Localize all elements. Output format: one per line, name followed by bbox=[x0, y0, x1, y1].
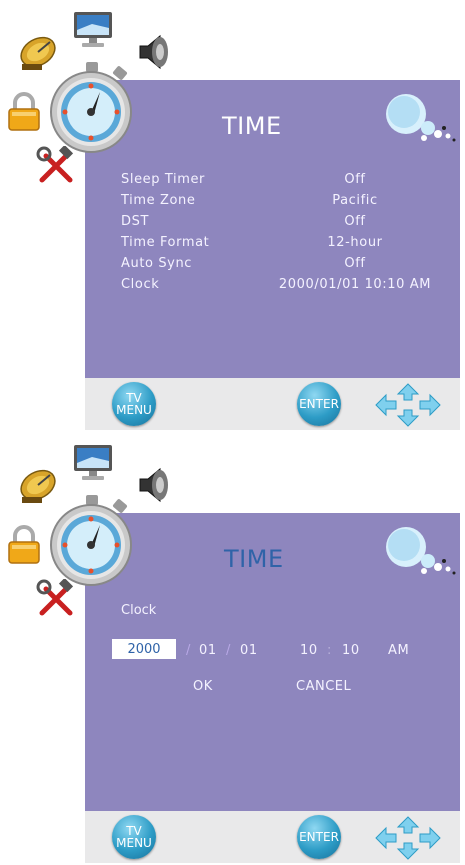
ok-button[interactable]: OK bbox=[193, 679, 213, 694]
tools-icon[interactable] bbox=[36, 579, 76, 619]
page-title: TIME bbox=[222, 112, 282, 140]
time-separator: : bbox=[327, 643, 332, 658]
date-separator: / bbox=[186, 643, 191, 658]
enter-label: ENTER bbox=[299, 397, 339, 411]
tv-menu-label-menu: MENU bbox=[116, 836, 152, 850]
enter-label: ENTER bbox=[299, 830, 339, 844]
speaker-icon[interactable] bbox=[134, 32, 174, 72]
dpad-arrows-icon[interactable] bbox=[374, 815, 442, 861]
stopwatch-icon[interactable] bbox=[46, 493, 136, 589]
tv-menu-label-menu: MENU bbox=[116, 403, 152, 417]
row-value-dst[interactable]: Off bbox=[255, 214, 455, 229]
month-field[interactable]: 01 bbox=[199, 643, 217, 658]
cancel-button[interactable]: CANCEL bbox=[296, 679, 351, 694]
row-value-clock[interactable]: 2000/01/01 10:10 AM bbox=[255, 277, 455, 292]
tv-menu-button[interactable]: TV MENU bbox=[112, 815, 156, 859]
row-label-auto-sync[interactable]: Auto Sync bbox=[121, 256, 192, 271]
lock-icon[interactable] bbox=[6, 92, 42, 132]
time-menu-screen: TIME Sleep Timer Off Time Zone Pacific D… bbox=[0, 0, 465, 432]
row-value-time-format[interactable]: 12-hour bbox=[255, 235, 455, 250]
clock-edit-screen: TIME Clock 2000 / 01 / 01 10 : 10 AM OK … bbox=[0, 433, 465, 865]
stopwatch-icon[interactable] bbox=[46, 60, 136, 156]
dpad-arrows-icon[interactable] bbox=[374, 382, 442, 428]
row-label-dst[interactable]: DST bbox=[121, 214, 149, 229]
row-value-time-zone[interactable]: Pacific bbox=[255, 193, 455, 208]
speaker-icon[interactable] bbox=[134, 465, 174, 505]
date-separator: / bbox=[226, 643, 231, 658]
row-value-sleep-timer[interactable]: Off bbox=[255, 172, 455, 187]
clock-label: Clock bbox=[121, 603, 157, 618]
monitor-icon[interactable] bbox=[72, 443, 114, 483]
enter-button[interactable]: ENTER bbox=[297, 815, 341, 859]
page-title: TIME bbox=[224, 545, 284, 573]
lock-icon[interactable] bbox=[6, 525, 42, 565]
tools-icon[interactable] bbox=[36, 146, 76, 186]
row-label-time-zone[interactable]: Time Zone bbox=[121, 193, 195, 208]
enter-button[interactable]: ENTER bbox=[297, 382, 341, 426]
monitor-icon[interactable] bbox=[72, 10, 114, 50]
bubbles-logo-icon bbox=[386, 94, 456, 142]
row-label-time-format[interactable]: Time Format bbox=[121, 235, 209, 250]
row-label-sleep-timer[interactable]: Sleep Timer bbox=[121, 172, 205, 187]
hour-field[interactable]: 10 bbox=[300, 643, 318, 658]
tv-menu-button[interactable]: TV MENU bbox=[112, 382, 156, 426]
day-field[interactable]: 01 bbox=[240, 643, 258, 658]
bubbles-logo-icon bbox=[386, 527, 456, 575]
minute-field[interactable]: 10 bbox=[342, 643, 360, 658]
year-field[interactable]: 2000 bbox=[112, 639, 176, 659]
ampm-field[interactable]: AM bbox=[388, 643, 409, 658]
row-value-auto-sync[interactable]: Off bbox=[255, 256, 455, 271]
row-label-clock[interactable]: Clock bbox=[121, 277, 159, 292]
